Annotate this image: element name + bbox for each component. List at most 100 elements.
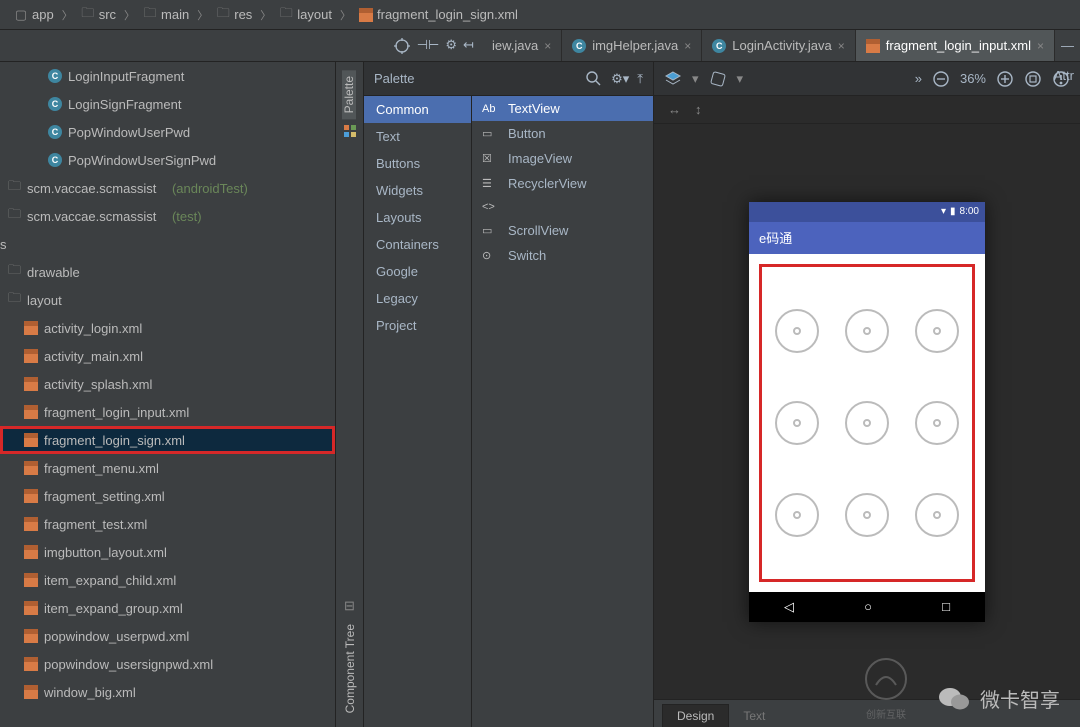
palette-category[interactable]: Widgets [364, 177, 471, 204]
layers-icon[interactable] [664, 70, 682, 88]
tab-fragment-login-input[interactable]: fragment_login_input.xml× [856, 30, 1055, 61]
zoom-out-icon[interactable] [932, 70, 950, 88]
pattern-dot[interactable] [912, 295, 962, 367]
recent-icon[interactable]: □ [942, 599, 950, 614]
back-icon[interactable]: ◁ [784, 599, 794, 615]
tree-layout-file[interactable]: fragment_setting.xml [0, 482, 335, 510]
search-icon[interactable] [585, 70, 603, 88]
crosshair-icon[interactable] [393, 37, 411, 55]
pattern-dot[interactable] [912, 479, 962, 551]
breadcrumb-file[interactable]: fragment_login_sign.xml [353, 7, 524, 22]
xml-file-icon [24, 545, 38, 559]
layout-designer: Palette ⊟ Component Tree Palette ⚙▾ ⤒ Co… [336, 62, 1080, 727]
rotate-icon[interactable] [709, 70, 727, 88]
attributes-label[interactable]: Attr [1048, 62, 1080, 89]
back-icon[interactable]: ↤ [463, 37, 474, 55]
tree-layout-file[interactable]: popwindow_usersignpwd.xml [0, 650, 335, 678]
palette-item[interactable]: ⊙Switch [472, 243, 653, 268]
palette-category[interactable]: Buttons [364, 150, 471, 177]
text-tab[interactable]: Text [729, 705, 779, 727]
tree-folder[interactable]: 🗀drawable [0, 258, 335, 286]
widget-icon: ▭ [482, 224, 500, 237]
pattern-dot[interactable] [772, 295, 822, 367]
pattern-dot[interactable] [842, 479, 892, 551]
tree-folder[interactable]: 🗀layout [0, 286, 335, 314]
xml-file-icon [24, 657, 38, 671]
breadcrumb-app[interactable]: ▢ app [8, 7, 60, 22]
xml-file-icon [24, 321, 38, 335]
palette-category[interactable]: Project [364, 312, 471, 339]
palette-category[interactable]: Containers [364, 231, 471, 258]
pan-v-icon[interactable]: ↕ [695, 102, 702, 117]
palette-category[interactable]: Layouts [364, 204, 471, 231]
tree-layout-file[interactable]: activity_splash.xml [0, 370, 335, 398]
tree-layout-file[interactable]: activity_main.xml [0, 342, 335, 370]
close-icon[interactable]: × [684, 39, 691, 53]
tree-package[interactable]: 🗀scm.vaccae.scmassist (androidTest) [0, 174, 335, 202]
tree-layout-file[interactable]: item_expand_child.xml [0, 566, 335, 594]
palette-category[interactable]: Text [364, 123, 471, 150]
tree-file[interactable]: CLoginInputFragment [0, 62, 335, 90]
palette-item[interactable]: AbTextView [472, 96, 653, 121]
pattern-dot[interactable] [772, 387, 822, 459]
component-tree-tab[interactable]: Component Tree [343, 618, 357, 719]
tab-tools: ⊣⊢ ⚙ ↤ [393, 37, 482, 55]
wifi-icon: ▾ [941, 206, 946, 217]
xml-file-icon [24, 405, 38, 419]
split-icon[interactable]: ⊣⊢ [417, 37, 440, 55]
tree-file[interactable]: CPopWindowUserSignPwd [0, 146, 335, 174]
palette-item[interactable]: ☒ImageView [472, 146, 653, 171]
palette-item[interactable]: <> [472, 196, 653, 218]
breadcrumb-main[interactable]: 🗀main [137, 7, 195, 22]
tab-imghelper[interactable]: CimgHelper.java× [562, 30, 702, 61]
close-icon[interactable]: × [544, 39, 551, 53]
tree-package[interactable]: 🗀scm.vaccae.scmassist (test) [0, 202, 335, 230]
palette-category[interactable]: Legacy [364, 285, 471, 312]
chevron-right-icon: 〉 [195, 7, 210, 23]
tree-root[interactable]: s [0, 230, 335, 258]
palette-item[interactable]: ▭ScrollView [472, 218, 653, 243]
tree-file[interactable]: CLoginSignFragment [0, 90, 335, 118]
palette-category[interactable]: Google [364, 258, 471, 285]
tree-layout-file[interactable]: imgbutton_layout.xml [0, 538, 335, 566]
zoom-fit-icon[interactable] [1024, 70, 1042, 88]
tree-layout-file[interactable]: fragment_test.xml [0, 510, 335, 538]
tree-layout-file[interactable]: fragment_login_sign.xml [0, 426, 335, 454]
home-icon[interactable]: ○ [864, 599, 872, 614]
pattern-dot[interactable] [912, 387, 962, 459]
tab-iew-java[interactable]: iew.java× [482, 30, 562, 61]
close-icon[interactable]: × [838, 39, 845, 53]
pattern-lock-view[interactable] [759, 264, 975, 582]
hide-panel-icon[interactable]: — [1055, 38, 1080, 53]
design-tab[interactable]: Design [662, 704, 729, 727]
palette-item[interactable]: ☰RecyclerView [472, 171, 653, 196]
tree-layout-file[interactable]: item_expand_group.xml [0, 594, 335, 622]
tree-layout-file[interactable]: window_big.xml [0, 678, 335, 706]
status-bar: ▾ ▮ 8:00 [749, 202, 985, 222]
tree-layout-file[interactable]: fragment_login_input.xml [0, 398, 335, 426]
tree-file[interactable]: CPopWindowUserPwd [0, 118, 335, 146]
tree-layout-file[interactable]: fragment_menu.xml [0, 454, 335, 482]
palette-item[interactable]: ▭Button [472, 121, 653, 146]
close-icon[interactable]: × [1037, 39, 1044, 53]
chevrons-icon[interactable]: » [915, 71, 922, 86]
palette-category[interactable]: Common [364, 96, 471, 123]
gear-icon[interactable]: ⚙▾ [611, 71, 629, 87]
pattern-dot[interactable] [772, 479, 822, 551]
breadcrumb-layout[interactable]: 🗀layout [273, 7, 338, 22]
folder-icon: 🗀 [143, 8, 157, 22]
preview-canvas[interactable]: ▾ ▮ 8:00 e码通 ◁ ○ □ [654, 124, 1080, 699]
project-tree[interactable]: CLoginInputFragment CLoginSignFragment C… [0, 62, 336, 727]
tree-layout-file[interactable]: popwindow_userpwd.xml [0, 622, 335, 650]
pattern-dot[interactable] [842, 295, 892, 367]
tree-layout-file[interactable]: activity_login.xml [0, 314, 335, 342]
breadcrumb-src[interactable]: 🗀src [75, 7, 122, 22]
gear-icon[interactable]: ⚙ [445, 37, 457, 55]
palette-tab[interactable]: Palette [342, 70, 356, 119]
breadcrumb-res[interactable]: 🗀res [210, 7, 258, 22]
dock-icon[interactable]: ⤒ [637, 71, 643, 87]
tab-loginactivity[interactable]: CLoginActivity.java× [702, 30, 856, 61]
zoom-in-icon[interactable] [996, 70, 1014, 88]
pattern-dot[interactable] [842, 387, 892, 459]
pan-h-icon[interactable]: ↔ [668, 102, 681, 117]
